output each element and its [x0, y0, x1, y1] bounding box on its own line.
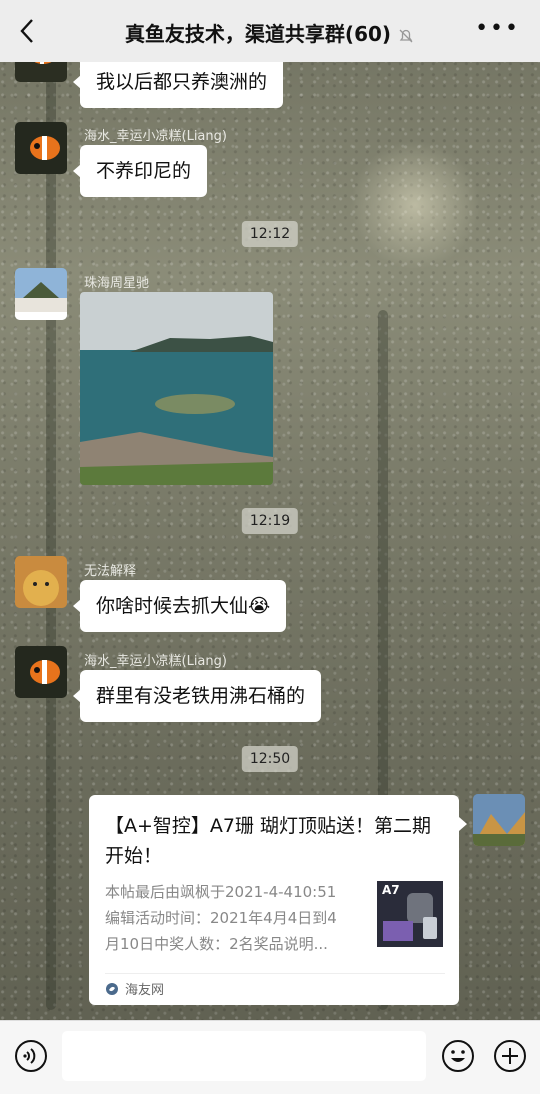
description-line: 编辑活动时间：2021年4月4日到4	[105, 909, 337, 927]
source-name: 海友网	[125, 983, 165, 998]
avatar[interactable]	[15, 646, 67, 698]
message-bubble[interactable]: 不养印尼的	[72, 145, 208, 197]
crying-emoji: 😭	[248, 595, 271, 617]
sender-name: 海水_幸运小凉糕(Liang)	[84, 654, 227, 669]
message-bubble[interactable]: 群里有没老铁用沸石桶的	[72, 670, 322, 722]
mini-program-icon	[106, 982, 118, 995]
description-line: 本帖最后由飒枫于2021-4-410:51	[105, 883, 337, 901]
timestamp: 12:19	[241, 508, 299, 534]
link-card-thumbnail: A7	[377, 881, 443, 947]
voice-icon[interactable]	[14, 1039, 48, 1073]
message-text: 你啥时候去抓大仙	[96, 595, 249, 617]
background-streak	[46, 60, 56, 1010]
chat-image[interactable]	[80, 292, 273, 485]
divider	[105, 973, 445, 974]
thumbnail-label: A7	[382, 883, 400, 897]
chat-title-text: 真鱼友技术，渠道共享群(60)	[124, 22, 392, 46]
emoji-icon[interactable]	[441, 1039, 475, 1073]
message-bubble[interactable]: 我以后都只养澳洲的	[72, 56, 284, 108]
avatar[interactable]	[15, 122, 67, 174]
sender-name: 珠海周星驰	[84, 276, 150, 291]
timestamp: 12:12	[241, 221, 299, 247]
avatar[interactable]	[15, 268, 67, 320]
self-avatar[interactable]	[473, 794, 525, 846]
avatar[interactable]	[15, 556, 67, 608]
plus-circle-icon[interactable]	[493, 1039, 527, 1073]
sender-name: 无法解释	[84, 564, 137, 579]
bell-off-icon	[399, 29, 413, 42]
link-card[interactable]: 【A+智控】A7珊 瑚灯顶贴送！第二期开始！ 本帖最后由飒枫于2021-4-41…	[89, 795, 467, 1005]
chat-title: 真鱼友技术，渠道共享群(60)	[0, 18, 540, 47]
chat-header: 真鱼友技术，渠道共享群(60) •••	[0, 0, 540, 62]
link-card-description: 本帖最后由飒枫于2021-4-410:51 编辑活动时间：2021年4月4日到4…	[105, 879, 365, 957]
link-card-title: 【A+智控】A7珊 瑚灯顶贴送！第二期开始！	[105, 815, 432, 867]
background-light	[350, 140, 480, 270]
description-line: 月10日中奖人数：2名奖品说明...	[105, 935, 328, 953]
sender-name: 海水_幸运小凉糕(Liang)	[84, 129, 227, 144]
link-card-source: 海友网	[105, 979, 164, 998]
timestamp: 12:50	[241, 746, 299, 772]
input-bar	[0, 1020, 540, 1094]
message-input[interactable]	[62, 1031, 426, 1081]
more-horizontal-icon[interactable]: •••	[475, 18, 520, 40]
message-bubble[interactable]: 你啥时候去抓大仙😭	[72, 580, 287, 632]
